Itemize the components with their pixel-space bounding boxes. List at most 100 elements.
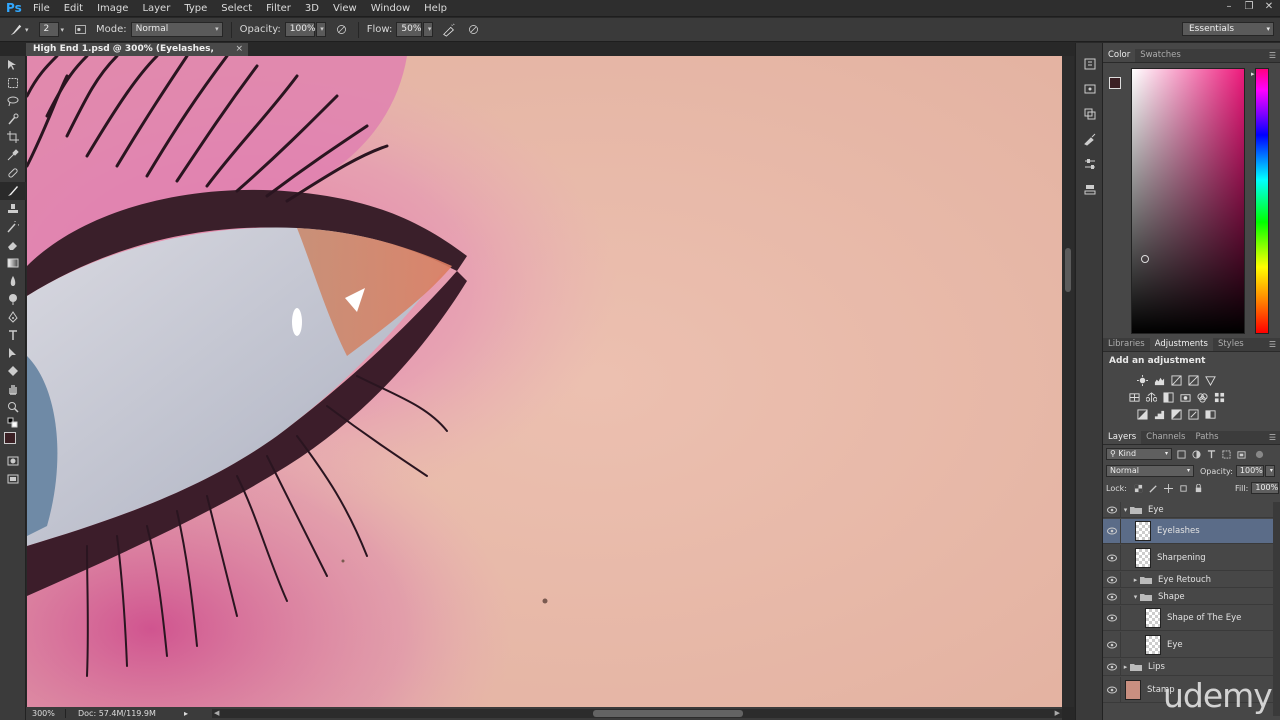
menu-layer[interactable]: Layer [135,0,177,17]
visibility-eye-icon[interactable] [1103,606,1121,630]
eraser-tool-icon[interactable] [0,236,26,254]
layer-row-shape-group[interactable]: ▾ Shape [1103,589,1273,605]
flow-slider-toggle[interactable]: ▾ [423,22,434,37]
menu-3d[interactable]: 3D [298,0,326,17]
opacity-field[interactable]: 100% [284,22,316,37]
history-brush-tool-icon[interactable] [0,218,26,236]
tab-libraries[interactable]: Libraries [1103,338,1150,351]
brush-picker-arrow-icon[interactable]: ▾ [61,26,65,34]
color-panel-swatches[interactable] [1109,77,1129,97]
path-selection-tool-icon[interactable] [0,344,26,362]
vibrance-icon[interactable] [1203,373,1217,387]
fg-bg-color-swatches[interactable] [0,430,26,452]
lock-image-icon[interactable] [1148,482,1160,494]
hand-tool-icon[interactable] [0,380,26,398]
photo-filter-icon[interactable] [1178,390,1192,404]
crop-tool-icon[interactable] [0,128,26,146]
panel-menu-icon[interactable]: ☰ [1269,51,1276,60]
invert-icon[interactable] [1135,407,1149,421]
channel-mixer-icon[interactable] [1195,390,1209,404]
visibility-eye-icon[interactable] [1103,677,1121,702]
adjust-sliders-icon[interactable] [1076,151,1104,176]
brush-panel-toggle-icon[interactable] [72,22,88,38]
fill-field[interactable]: 100% [1251,482,1280,494]
filter-shape-icon[interactable] [1220,448,1232,460]
clone-source-icon[interactable] [1076,176,1104,201]
menu-select[interactable]: Select [214,0,259,17]
color-picker-ring[interactable] [1141,255,1149,263]
layer-filter-select[interactable]: ⚲ Kind ▾ [1106,448,1172,460]
lock-artboard-icon[interactable] [1178,482,1190,494]
layer-row-shape-of-the-eye[interactable]: Shape of The Eye [1103,606,1273,631]
layers-scrollbar[interactable] [1273,502,1280,716]
eyedropper-tool-icon[interactable] [0,146,26,164]
posterize-icon[interactable] [1152,407,1166,421]
visibility-eye-icon[interactable] [1103,519,1121,543]
levels-icon[interactable] [1152,373,1166,387]
layer-opacity-slider-toggle[interactable]: ▾ [1264,465,1275,477]
visibility-eye-icon[interactable] [1103,632,1121,657]
expand-triangle-icon[interactable]: ▾ [1131,593,1140,601]
tab-styles[interactable]: Styles [1213,338,1249,351]
zoom-tool-icon[interactable] [0,398,26,416]
visibility-eye-icon[interactable] [1103,659,1121,675]
quick-mask-icon[interactable] [0,452,26,470]
expand-triangle-icon[interactable]: ▾ [1121,506,1130,514]
layer-row-eyelashes[interactable]: Eyelashes [1103,519,1273,544]
tab-channels[interactable]: Channels [1141,431,1190,444]
default-colors-icon[interactable] [0,416,26,430]
close-tab-icon[interactable]: × [235,43,243,56]
minimize-icon[interactable]: – [1222,0,1236,14]
vertical-scroll-thumb[interactable] [1065,248,1071,292]
tab-color[interactable]: Color [1103,49,1136,62]
menu-type[interactable]: Type [177,0,214,17]
pressure-opacity-icon[interactable] [334,22,350,38]
pressure-size-icon[interactable] [465,22,481,38]
brush-panel-icon[interactable] [1076,126,1104,151]
brush-tool-icon[interactable] [0,182,26,200]
pen-tool-icon[interactable] [0,308,26,326]
filter-smart-object-icon[interactable] [1235,448,1247,460]
history-panel-icon[interactable] [1076,51,1104,76]
menu-view[interactable]: View [326,0,364,17]
filter-type-icon[interactable] [1205,448,1217,460]
selective-color-icon[interactable] [1186,407,1200,421]
filter-adjustment-icon[interactable] [1190,448,1202,460]
lasso-tool-icon[interactable] [0,92,26,110]
layer-row-sharpening[interactable]: Sharpening [1103,545,1273,571]
visibility-eye-icon[interactable] [1103,572,1121,587]
gradient-tool-icon[interactable] [0,254,26,272]
menu-file[interactable]: File [26,0,57,17]
visibility-eye-icon[interactable] [1103,502,1121,517]
visibility-eye-icon[interactable] [1103,545,1121,570]
marquee-tool-icon[interactable] [0,74,26,92]
tab-layers[interactable]: Layers [1103,431,1142,444]
vertical-scrollbar[interactable] [1062,56,1074,707]
threshold-icon[interactable] [1169,407,1183,421]
hue-saturation-icon[interactable] [1127,390,1141,404]
layer-row-eye[interactable]: Eye [1103,632,1273,658]
exposure-icon[interactable] [1186,373,1200,387]
black-white-icon[interactable] [1161,390,1175,404]
dodge-tool-icon[interactable] [0,290,26,308]
brightness-contrast-icon[interactable] [1135,373,1149,387]
shape-tool-icon[interactable] [0,362,26,380]
curves-icon[interactable] [1169,373,1183,387]
layer-opacity-field[interactable]: 100% [1235,465,1264,477]
blur-tool-icon[interactable] [0,272,26,290]
tab-paths[interactable]: Paths [1190,431,1223,444]
mode-select[interactable]: Normal ▾ [130,22,223,37]
lock-position-icon[interactable] [1163,482,1175,494]
foreground-color-swatch[interactable] [1109,77,1121,89]
airbrush-icon[interactable] [441,22,457,38]
brush-tool-preset-icon[interactable] [8,22,24,38]
hue-marker-icon[interactable]: ▸ [1251,70,1255,78]
layer-row-eye-group[interactable]: ▾ Eye [1103,502,1273,518]
blend-mode-select[interactable]: Normal ▾ [1106,465,1194,477]
quick-selection-tool-icon[interactable] [0,110,26,128]
filter-toggle-icon[interactable] [1253,448,1265,460]
layer-row-eye-retouch-group[interactable]: ▸ Eye Retouch [1103,572,1273,588]
clone-stamp-tool-icon[interactable] [0,200,26,218]
document-tab[interactable]: High End 1.psd @ 300% (Eyelashes, RGB/16… [26,43,248,67]
screen-mode-icon[interactable] [0,470,26,488]
